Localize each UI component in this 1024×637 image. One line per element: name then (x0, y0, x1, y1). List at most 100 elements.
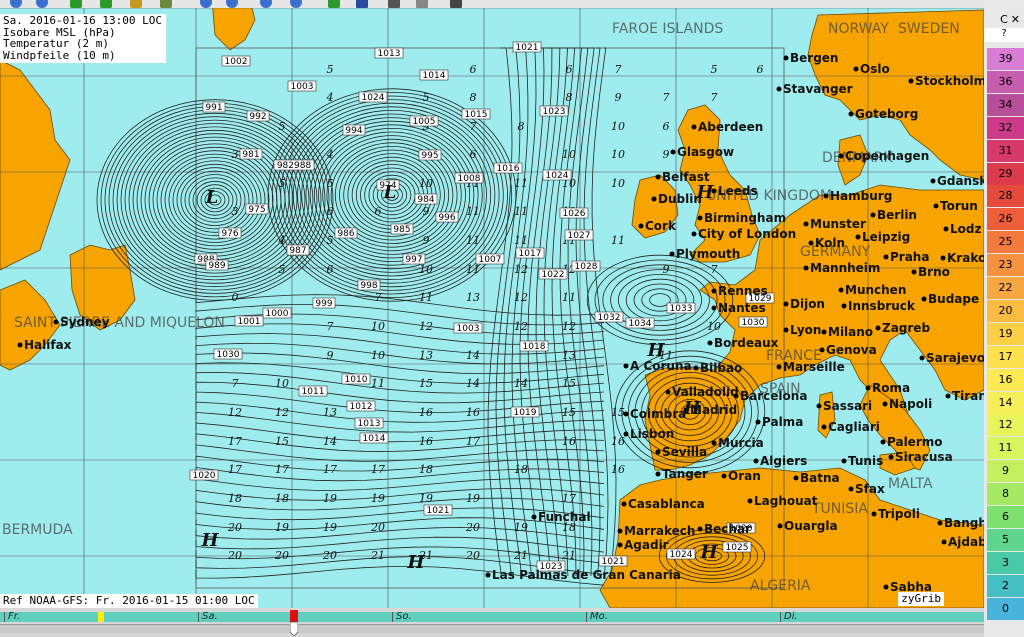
temperature-value: 6 (327, 205, 334, 218)
city-dot (816, 403, 822, 409)
zoom-out-icon[interactable] (100, 0, 112, 8)
city-dot (711, 305, 717, 311)
region-label: SAINT PIERRE AND MIQUELON (14, 315, 225, 331)
city-label: Bilbao (700, 361, 742, 375)
isobar-value: 975 (248, 205, 265, 215)
time-slider[interactable]: Fr. Sa. So. Mo. Di. (0, 610, 984, 637)
legend-cell-9: 9 (987, 460, 1024, 483)
temperature-value: 12 (514, 320, 528, 333)
city-dot (617, 542, 623, 548)
isobar-value: 987 (289, 246, 306, 256)
temperature-value: 14 (466, 377, 480, 390)
temperature-value: 10 (611, 120, 625, 133)
isobar-value: 1014 (363, 434, 386, 444)
legend-cell-0: 0 (987, 597, 1024, 620)
isobar-value: 991 (205, 103, 222, 113)
temperature-value: 17 (228, 435, 242, 448)
city-dot (17, 342, 23, 348)
city-dot (531, 514, 537, 520)
map-canvas[interactable]: 5 6 6 7 5 64 5 8 8 9 7 75 3 7 8 10 63 4 6 10 10 95 5 10 11 11 10 10… (0, 0, 984, 608)
isobar-value: 1019 (514, 408, 537, 418)
city-dot (638, 223, 644, 229)
city-label: Krako (947, 251, 984, 265)
city-dot (697, 526, 703, 532)
city-dot (651, 196, 657, 202)
city-dot (937, 520, 943, 526)
region-label: FAROE ISLANDS (612, 21, 723, 37)
temperature-value: 6 (663, 120, 670, 133)
temperature-value: 9 (423, 234, 430, 247)
legend-cell-29: 29 (987, 162, 1024, 185)
city-label: Batna (800, 471, 840, 485)
temperature-value: 12 (275, 406, 289, 419)
temperature-value: 15 (562, 406, 576, 419)
city-dot (803, 221, 809, 227)
chart-icon[interactable] (356, 0, 368, 8)
city-dot (943, 226, 949, 232)
city-dot (755, 419, 761, 425)
zoom-in-icon[interactable] (70, 0, 82, 8)
temperature-value: 11 (514, 234, 528, 247)
city-dot (711, 288, 717, 294)
city-label: Berlin (877, 208, 917, 222)
temperature-value: 8 (470, 91, 477, 104)
play-last-icon[interactable] (290, 0, 302, 8)
isobar-value: 1024 (546, 171, 569, 181)
city-dot (848, 486, 854, 492)
timeline-handle[interactable] (290, 610, 298, 636)
city-dot (803, 265, 809, 271)
city-dot (853, 66, 859, 72)
city-dot (838, 287, 844, 293)
legend-cell-26: 26 (987, 208, 1024, 231)
city-dot (777, 523, 783, 529)
isobar-value: 1021 (516, 43, 539, 53)
city-label: Ajdab (948, 535, 984, 549)
screenshot-icon[interactable] (450, 0, 462, 8)
temperature-value: 20 (370, 521, 385, 534)
back-arrow-icon[interactable] (10, 0, 22, 8)
isobar-value: 984 (417, 195, 434, 205)
isobar-value: 1010 (345, 375, 368, 385)
print-icon[interactable] (416, 0, 428, 8)
isobar-value: 1024 (670, 550, 693, 560)
city-dot (865, 385, 871, 391)
temperature-value: 5 (327, 234, 334, 247)
city-dot (919, 355, 925, 361)
zoom-1to1-icon[interactable] (160, 0, 172, 8)
city-label: Dijon (790, 297, 825, 311)
city-label: Praha (890, 250, 929, 264)
play-prev-icon[interactable] (226, 0, 238, 8)
legend-help-button[interactable]: ? (984, 28, 1024, 42)
city-label: Halifax (24, 338, 72, 352)
select-icon[interactable] (388, 0, 400, 8)
legend-close-icon[interactable]: ✕ (1011, 13, 1020, 26)
pressure-center-l: L (205, 187, 219, 208)
play-first-icon[interactable] (200, 0, 212, 8)
temperature-value: 10 (611, 148, 625, 161)
city-dot (911, 269, 917, 275)
isobar-value: 1013 (378, 49, 401, 59)
temperature-value: 6 (327, 263, 334, 276)
zoom-fit-icon[interactable] (130, 0, 142, 8)
download-icon[interactable] (328, 0, 340, 8)
forward-arrow-icon[interactable] (36, 0, 48, 8)
weather-map[interactable]: 5 6 6 7 5 6 4 5 8 8 9 7 7 5 3 7 8 10 6 3 4 6 10 10 9 5 5 10 11 11 10 10… (0, 0, 984, 608)
isobar-value: 1000 (266, 309, 289, 319)
legend-cell-16: 16 (987, 368, 1024, 391)
city-label: Stavanger (783, 82, 853, 96)
isobar-value: 1034 (629, 319, 652, 329)
city-label: Leipzig (862, 230, 910, 244)
city-label: Sevilla (662, 445, 707, 459)
temperature-value: 7 (232, 377, 239, 390)
city-label: Budape (928, 292, 979, 306)
city-dot (821, 329, 827, 335)
timeline-track[interactable] (0, 624, 984, 633)
temperature-value: 10 (371, 349, 385, 362)
city-label: Roma (872, 381, 910, 395)
temperature-value: 17 (466, 435, 480, 448)
isobar-value: 1020 (193, 471, 216, 481)
city-dot (665, 389, 671, 395)
play-next-icon[interactable] (260, 0, 272, 8)
temperature-value: 21 (370, 549, 385, 562)
temperature-value: 17 (562, 492, 576, 505)
